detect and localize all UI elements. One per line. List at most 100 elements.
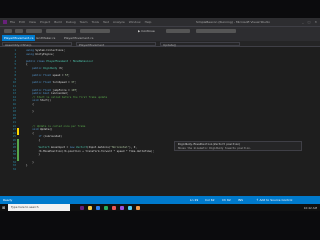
code-line[interactable]: void Update() (26, 128, 52, 132)
change-marker (17, 139, 19, 161)
close-button[interactable]: ✕ (314, 20, 317, 24)
tooltip-signature: Rigidbody.MovePosition(Vector3 position) (178, 143, 241, 146)
visual-studio-logo-icon (3, 20, 7, 24)
code-token: Start() (40, 99, 51, 103)
platform-dropdown[interactable] (80, 29, 110, 33)
menu-item-build[interactable]: Build (54, 20, 62, 24)
code-line[interactable]: using UnityEngine; (26, 53, 54, 56)
taskbar-app-icon[interactable] (128, 205, 132, 210)
code-line[interactable]: { (26, 139, 40, 142)
windows-icon[interactable]: ⊞ (2, 205, 6, 210)
code-token: public (26, 67, 44, 70)
code-token: using (26, 49, 36, 52)
continue-button[interactable]: ▶ Continue (138, 29, 155, 33)
taskbar-app-icon[interactable] (80, 205, 84, 210)
code-line[interactable]: rb.MovePosition(rb.position + transform.… (26, 150, 154, 153)
save-icon[interactable] (15, 29, 23, 33)
menu-item-window[interactable]: Window (129, 20, 141, 24)
code-token: ; (74, 81, 76, 85)
search-box[interactable] (196, 29, 236, 33)
line-number: 20 (12, 117, 16, 121)
menu-item-view[interactable]: View (29, 20, 36, 24)
code-line[interactable]: public float speed = 5f; (26, 74, 70, 77)
visual-studio-window: File Edit View Project Build Debug Team Tools Te… (0, 18, 320, 204)
clock[interactable]: 10:42 AM (304, 206, 317, 210)
line-number: 1 (14, 49, 16, 52)
code-token: ), 0, (129, 146, 137, 150)
code-line[interactable]: } (26, 164, 28, 167)
tooltip-description: Moves the kinematic Rigidbody towards po… (178, 147, 252, 150)
line-number: 15 (12, 99, 16, 103)
line-number: 16 (12, 103, 16, 106)
line-indicator: Ln 29 (190, 198, 199, 202)
change-marker (17, 128, 19, 136)
menu-bar: File Edit View Project Build Debug Team Tools Te… (10, 20, 151, 24)
menu-item-file[interactable]: File (10, 20, 15, 24)
configuration-dropdown[interactable] (46, 29, 76, 33)
char-indicator: Ch 62 (222, 198, 231, 202)
code-line[interactable]: using System.Collections; (26, 49, 65, 52)
code-line[interactable]: void Start() (26, 99, 51, 102)
menu-item-edit[interactable]: Edit (19, 20, 25, 24)
windows-taskbar: ⊞ Type here to search 10:42 AM (0, 204, 320, 211)
code-token: ; (68, 74, 70, 78)
menu-item-tools[interactable]: Tools (92, 20, 99, 24)
taskbar-search-input[interactable]: Type here to search (8, 204, 70, 211)
code-line[interactable]: public bool isGrounded; (26, 92, 68, 95)
line-number: 26 (12, 139, 16, 142)
code-line[interactable]: public Rigidbody rb; (26, 67, 64, 70)
source-control-button[interactable]: ↑ Add to Source Control (256, 198, 292, 202)
window-title: SimpleBeacon (Running) - Microsoft Visua… (196, 19, 271, 24)
code-token: } (26, 164, 28, 168)
maximize-button[interactable]: □ (308, 20, 311, 24)
line-number: 30 (12, 153, 16, 157)
line-number-gutter: 1 2 3 4 5 6 7 8 9 10 11 12 13 14 15 16 17 18 19 20 21 22 23 24 2… (0, 47, 22, 195)
code-token: } (26, 153, 41, 157)
code-line[interactable]: } (26, 110, 34, 113)
taskbar-app-icon[interactable] (104, 205, 108, 210)
code-line[interactable]: { (26, 103, 34, 106)
code-token: void (26, 99, 41, 103)
taskbar-app-icon[interactable] (112, 205, 116, 210)
menu-item-team[interactable]: Team (80, 20, 88, 24)
code-token: moveInput = (49, 146, 70, 150)
taskbar-app-icon[interactable] (136, 205, 140, 210)
code-line[interactable]: public class PlayerMovement : MonoBehavi… (26, 60, 93, 63)
code-token: ; (75, 88, 78, 92)
back-icon[interactable] (4, 29, 12, 33)
code-line[interactable]: public float turnSpeed = 3f; (26, 81, 76, 84)
line-number: 6 (14, 67, 16, 70)
line-number: 5 (14, 63, 16, 67)
minimize-button[interactable]: _ (302, 20, 304, 24)
menu-item-project[interactable]: Project (40, 20, 50, 24)
taskbar-app-icon[interactable] (88, 205, 92, 210)
menu-item-help[interactable]: Help (145, 20, 152, 24)
code-line[interactable]: { (26, 63, 28, 66)
taskbar-app-icon[interactable] (96, 205, 100, 210)
project-dropdown[interactable]: Assembly-CSharp (2, 41, 72, 47)
menu-item-test[interactable]: Test (103, 20, 109, 24)
menu-item-debug[interactable]: Debug (66, 20, 76, 24)
code-line[interactable]: } (26, 153, 40, 156)
member-dropdown[interactable]: Update() (160, 41, 240, 47)
line-number: 25 (12, 135, 16, 139)
code-token: void (26, 128, 41, 132)
code-token: { (26, 103, 34, 106)
code-editor[interactable]: 1 2 3 4 5 6 7 8 9 10 11 12 13 14 15 16 17 18 19 20 21 22 23 24 2… (0, 47, 320, 195)
code-token: PlayerMovement (46, 59, 69, 63)
code-line[interactable]: Vector3 moveInput = new Vector3(Input.Ge… (26, 146, 137, 150)
code-token: UnityEngine; (35, 52, 55, 56)
debug-controls[interactable] (166, 29, 190, 33)
code-token: rb; (57, 67, 64, 70)
status-text: Ready (3, 198, 13, 202)
intellisense-tooltip: Rigidbody.MovePosition(Vector3 position)… (174, 141, 302, 151)
line-number: 31 (12, 157, 16, 160)
code-token: rb.MovePosition(rb.position + transform.… (26, 149, 155, 153)
line-number: 23 (12, 128, 16, 132)
undo-redo-icon[interactable] (26, 29, 42, 33)
code-line[interactable]: if (isGrounded) (26, 135, 61, 138)
taskbar-app-icon[interactable] (120, 205, 124, 210)
class-dropdown[interactable]: PlayerMovement (76, 41, 156, 47)
column-indicator: Col 62 (205, 198, 215, 202)
menu-item-analyze[interactable]: Analyze (113, 20, 125, 24)
